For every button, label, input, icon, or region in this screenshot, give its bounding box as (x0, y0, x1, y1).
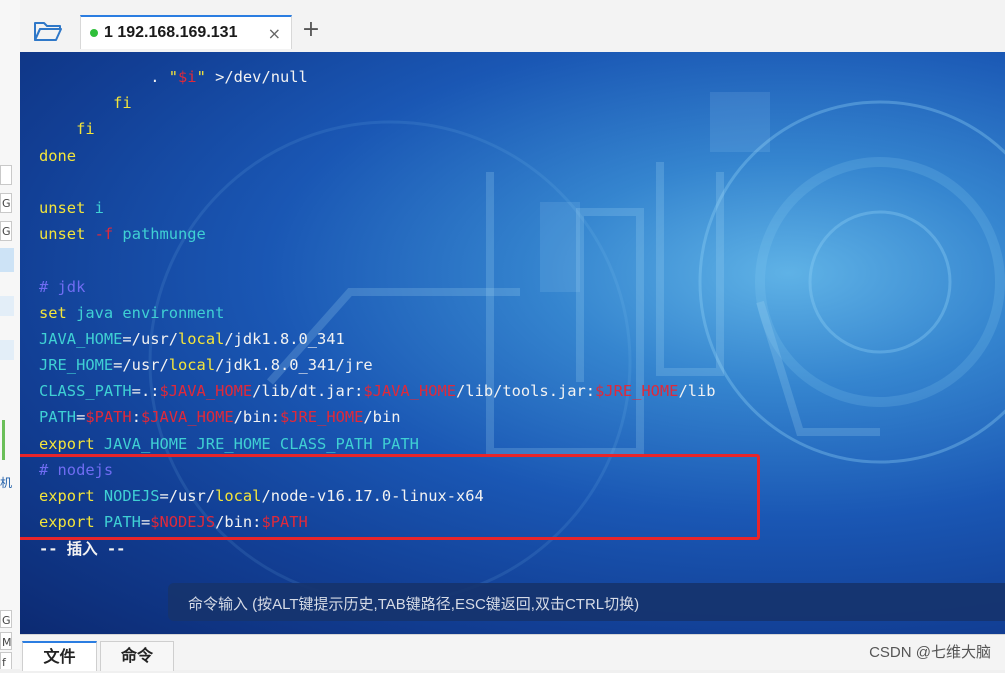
terminal-token: $JRE_HOME (280, 408, 364, 427)
terminal-token: fi (39, 94, 132, 113)
left-panel-cell: f (0, 652, 12, 669)
terminal-token: " (196, 68, 206, 86)
terminal-token: >/dev/null (205, 68, 308, 86)
tab-commands[interactable]: 命令 (100, 641, 174, 671)
terminal-token: set (39, 303, 77, 322)
session-tab-bar: 1 192.168.169.131 × + (20, 0, 1005, 53)
left-panel-selected-row[interactable] (0, 248, 14, 272)
terminal-token: JRE_HOME (39, 356, 114, 375)
terminal-token: /lib/dt.jar: (252, 382, 364, 401)
left-panel-row[interactable] (0, 340, 14, 360)
left-panel-cell: M (0, 632, 12, 650)
session-tab[interactable]: 1 192.168.169.131 × (80, 15, 292, 49)
open-folder-button[interactable] (26, 13, 70, 49)
left-side-panel: G G 机 G M f (0, 0, 21, 669)
watermark-text: CSDN @七维大脑 (869, 644, 991, 661)
terminal-token: " (168, 68, 179, 86)
terminal-token: $JAVA_HOME (159, 382, 253, 401)
terminal-token: $JAVA_HOME (363, 382, 457, 401)
terminal-token: =/usr/ (113, 356, 169, 375)
left-panel-cell: G (0, 221, 12, 241)
folder-icon (34, 22, 62, 41)
terminal-token: -f (94, 225, 114, 244)
terminal-token: i (94, 198, 104, 217)
terminal-token: done (39, 146, 77, 165)
left-panel-label: 机 (0, 476, 13, 490)
vim-mode-indicator: -- 插入 -- (39, 540, 126, 558)
terminal-token: $JAVA_HOME (140, 408, 234, 427)
terminal-token: fi (39, 120, 95, 139)
terminal-token: # jdk (39, 277, 86, 296)
terminal-line: CLASS_PATH=.:$JAVA_HOME/lib/dt.jar:$JAVA… (39, 378, 716, 404)
terminal-line: done (39, 143, 716, 169)
command-input-bar[interactable]: 命令输入 (按ALT键提示历史,TAB键路径,ESC键返回,双击CTRL切换) (168, 583, 1005, 621)
terminal-line: unset i (39, 195, 716, 221)
new-tab-button[interactable]: + (300, 15, 322, 45)
terminal-line: fi (39, 90, 716, 116)
terminal-line: JAVA_HOME=/usr/local/jdk1.8.0_341 (39, 326, 716, 352)
terminal-token: /lib/tools.jar: (456, 382, 596, 401)
terminal-line: . "$i" >/dev/null (39, 64, 716, 90)
command-input-placeholder: 命令输入 (按ALT键提示历史,TAB键路径,ESC键返回,双击CTRL切换) (188, 596, 640, 613)
left-panel-cell: G (0, 193, 12, 213)
tab-files[interactable]: 文件 (22, 641, 97, 671)
terminal-line: unset -f pathmunge (39, 221, 716, 247)
terminal-token: : (131, 408, 141, 427)
terminal-token: $JRE_HOME (595, 382, 679, 401)
terminal-line: PATH=$PATH:$JAVA_HOME/bin:$JRE_HOME/bin (39, 404, 716, 430)
bottom-tab-bar: 文件 命令 CSDN @七维大脑 (20, 634, 1005, 671)
terminal-token: local (168, 356, 216, 375)
terminal-token: =/usr/ (122, 329, 179, 348)
terminal-token: . (39, 68, 169, 86)
left-panel-cell (0, 165, 12, 185)
terminal-line: export JAVA_HOME JRE_HOME CLASS_PATH PAT… (39, 431, 716, 457)
terminal-line: fi (39, 116, 716, 142)
session-tab-label: 1 192.168.169.131 (104, 24, 238, 41)
terminal-token: unset (39, 225, 95, 244)
terminal-line: # jdk (39, 274, 716, 300)
terminal-token: unset (39, 198, 95, 217)
terminal-token: CLASS_PATH (39, 382, 132, 401)
terminal-token: =.: (131, 382, 160, 401)
close-tab-icon[interactable]: × (268, 24, 281, 43)
left-panel-graph-bar (2, 420, 5, 460)
left-panel-row[interactable] (0, 296, 14, 316)
terminal-token: $PATH (85, 408, 132, 427)
terminal-token: pathmunge (113, 225, 206, 244)
terminal-token: $i (178, 68, 197, 86)
terminal-line: set java environment (39, 300, 716, 326)
connection-status-dot (90, 29, 98, 37)
terminal-token: PATH (39, 408, 77, 427)
terminal-token: JAVA_HOME JRE_HOME CLASS_PATH PATH (103, 434, 419, 453)
terminal-token: = (76, 408, 86, 427)
terminal-line: JRE_HOME=/usr/local/jdk1.8.0_341/jre (39, 352, 716, 378)
terminal-token: /bin: (233, 408, 280, 427)
terminal-pane[interactable]: . "$i" >/dev/null fi fi done unset i unset … (20, 52, 1005, 634)
terminal-token: /lib (678, 382, 716, 401)
terminal-token: JAVA_HOME (39, 329, 123, 348)
left-panel-cell: G (0, 610, 12, 628)
terminal-token: /bin (363, 408, 401, 427)
terminal-token: /jdk1.8.0_341 (224, 329, 345, 348)
terminal-token: /jdk1.8.0_341/jre (215, 356, 373, 375)
terminal-token: export (39, 434, 104, 453)
terminal-token: java environment (76, 303, 225, 322)
terminal-token: local (178, 329, 225, 348)
nodejs-highlight-box (20, 454, 760, 540)
